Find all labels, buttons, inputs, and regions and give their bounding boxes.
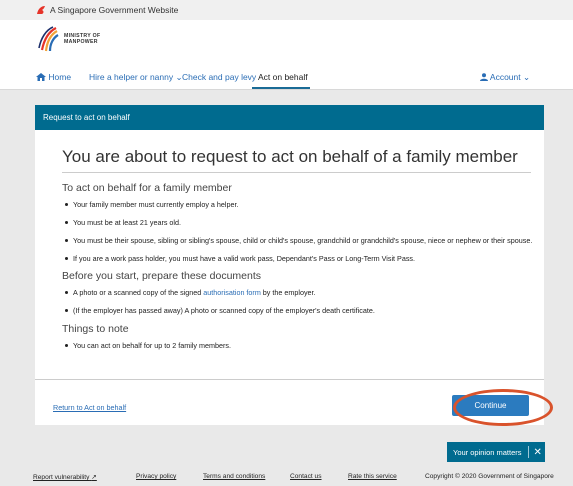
card-header: Request to act on behalf	[35, 105, 544, 130]
home-icon	[36, 73, 46, 81]
footer-vuln-label: Report vulnerability	[33, 474, 90, 481]
footer-link-vulnerability[interactable]: Report vulnerability ↗	[33, 473, 97, 481]
footer-link-contact[interactable]: Contact us	[290, 473, 322, 480]
documents-list: A photo or a scanned copy of the signed …	[62, 288, 375, 324]
nav-home[interactable]: Home	[36, 72, 71, 82]
gov-banner-text: A Singapore Government Website	[50, 5, 179, 15]
lion-head-icon	[37, 6, 45, 14]
notes-list: You can act on behalf for up to 2 family…	[62, 341, 231, 359]
mom-logo-mark-icon	[38, 26, 59, 52]
list-item: You can act on behalf for up to 2 family…	[62, 341, 231, 359]
section-heading-notes: Things to note	[62, 323, 129, 335]
footer-link-privacy[interactable]: Privacy policy	[136, 473, 176, 480]
eligibility-list: Your family member must currently employ…	[62, 200, 532, 272]
main-nav: Home Hire a helper or nanny ⌄ Check and …	[0, 64, 573, 90]
continue-button[interactable]: Continue	[452, 395, 529, 416]
section-heading-eligibility: To act on behalf for a family member	[62, 182, 232, 194]
nav-account[interactable]: Account ⌄	[480, 72, 530, 83]
feedback-divider	[527, 446, 529, 458]
nav-hire[interactable]: Hire a helper or nanny ⌄	[89, 72, 183, 83]
list-item: You must be their spouse, sibling or sib…	[62, 236, 532, 254]
return-link[interactable]: Return to Act on behalf	[53, 403, 126, 412]
title-divider	[62, 172, 531, 173]
nav-hire-label: Hire a helper or nanny	[89, 72, 174, 82]
page-title: You are about to request to act on behal…	[62, 147, 518, 166]
nav-account-label: Account	[489, 72, 521, 82]
logo-line2: MANPOWER	[64, 39, 98, 45]
list-item: Your family member must currently employ…	[62, 200, 532, 218]
list-item: A photo or a scanned copy of the signed …	[62, 288, 375, 306]
external-link-icon: ↗	[91, 474, 97, 481]
list-item: (If the employer has passed away) A phot…	[62, 306, 375, 324]
feedback-label[interactable]: Your opinion matters	[453, 448, 522, 457]
footer-link-rate[interactable]: Rate this service	[348, 473, 397, 480]
nav-act-on-behalf[interactable]: Act on behalf	[258, 72, 308, 82]
nav-act-label: Act on behalf	[258, 72, 308, 82]
nav-active-indicator	[252, 87, 310, 89]
footer-link-terms[interactable]: Terms and conditions	[203, 473, 265, 480]
request-card: Request to act on behalf You are about t…	[35, 105, 544, 425]
list-item: You must be at least 21 years old.	[62, 218, 532, 236]
list-item-text: A photo or a scanned copy of the signed	[73, 288, 204, 297]
feedback-widget[interactable]: Your opinion matters ✕	[447, 442, 545, 462]
chevron-down-icon: ⌄	[523, 72, 531, 82]
section-heading-documents: Before you start, prepare these document…	[62, 270, 262, 282]
gov-banner: A Singapore Government Website	[0, 0, 573, 20]
nav-levy-label: Check and pay levy	[182, 72, 257, 82]
site-footer: Report vulnerability ↗ Privacy policy Te…	[0, 468, 573, 486]
list-item-text: by the employer.	[260, 288, 316, 297]
nav-home-label: Home	[48, 72, 72, 82]
nav-levy[interactable]: Check and pay levy	[182, 72, 256, 82]
close-icon[interactable]: ✕	[534, 447, 542, 458]
user-icon	[480, 73, 488, 81]
authorisation-form-link[interactable]: authorisation form	[203, 288, 261, 297]
mom-logo[interactable]: MINISTRY OF MANPOWER	[38, 26, 100, 52]
site-header: MINISTRY OF MANPOWER	[0, 20, 573, 64]
footer-copyright: Copyright © 2020 Government of Singapore	[425, 473, 554, 480]
